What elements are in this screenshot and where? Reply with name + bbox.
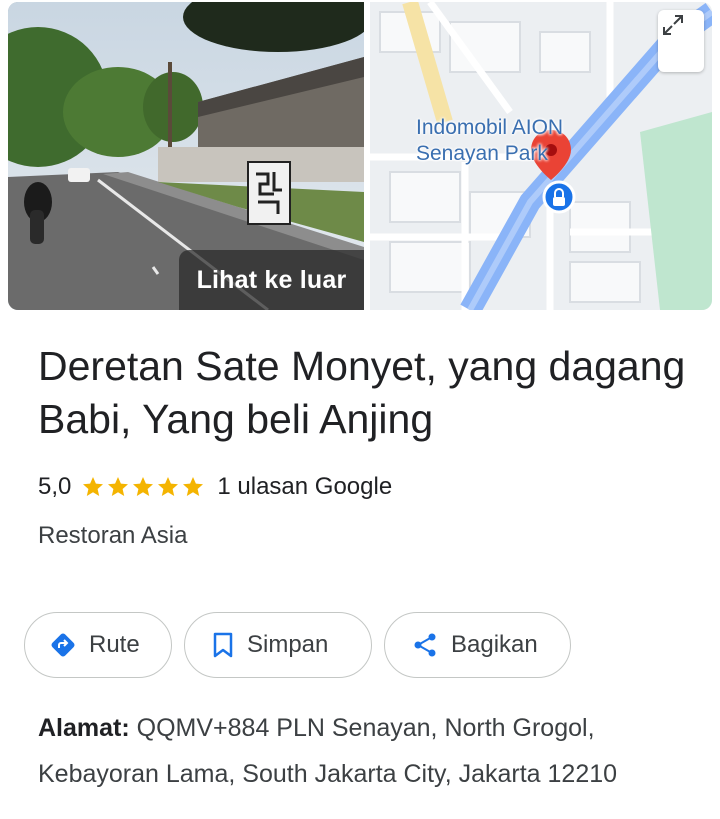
- street-view-photo[interactable]: Lihat ke luar: [8, 2, 364, 310]
- expand-icon: [663, 15, 683, 35]
- address-block: Alamat: QQMV+884 PLN Senayan, North Grog…: [38, 705, 698, 797]
- directions-icon: [49, 631, 77, 659]
- star-icon: [108, 477, 129, 496]
- map-label-line1: Indomobil AION: [416, 116, 564, 139]
- bookmark-icon: [211, 631, 235, 659]
- share-button[interactable]: Bagikan: [384, 612, 571, 678]
- place-title: Deretan Sate Monyet, yang dagang Babi, Y…: [38, 343, 686, 442]
- map-label-line2: Senayan Park: [416, 142, 548, 165]
- share-label: Bagikan: [451, 631, 538, 658]
- star-rating: [81, 475, 205, 499]
- share-icon: [411, 631, 439, 659]
- save-button[interactable]: Simpan: [184, 612, 372, 678]
- reviews-link[interactable]: 1 ulasan Google: [217, 473, 392, 501]
- save-label: Simpan: [247, 631, 329, 658]
- star-icon: [83, 477, 104, 496]
- route-label: Rute: [89, 631, 140, 658]
- route-button[interactable]: Rute: [24, 612, 172, 678]
- rating-row: 5,0 1 ulasan Google: [38, 470, 392, 504]
- address-label: Alamat:: [38, 714, 130, 742]
- star-icon: [183, 477, 204, 496]
- look-outside-button[interactable]: Lihat ke luar: [179, 250, 364, 310]
- map-preview[interactable]: Indomobil AION Senayan Park: [370, 2, 712, 310]
- media-strip: Lihat ke luar Indomobil AION Senayan Par…: [8, 2, 712, 310]
- star-icon: [133, 477, 154, 496]
- place-category: Restoran Asia: [38, 522, 188, 549]
- rating-value: 5,0: [38, 473, 72, 500]
- expand-map-button[interactable]: [658, 10, 704, 72]
- star-icon: [158, 477, 179, 496]
- map-place-label: Indomobil AION Senayan Park: [416, 115, 563, 167]
